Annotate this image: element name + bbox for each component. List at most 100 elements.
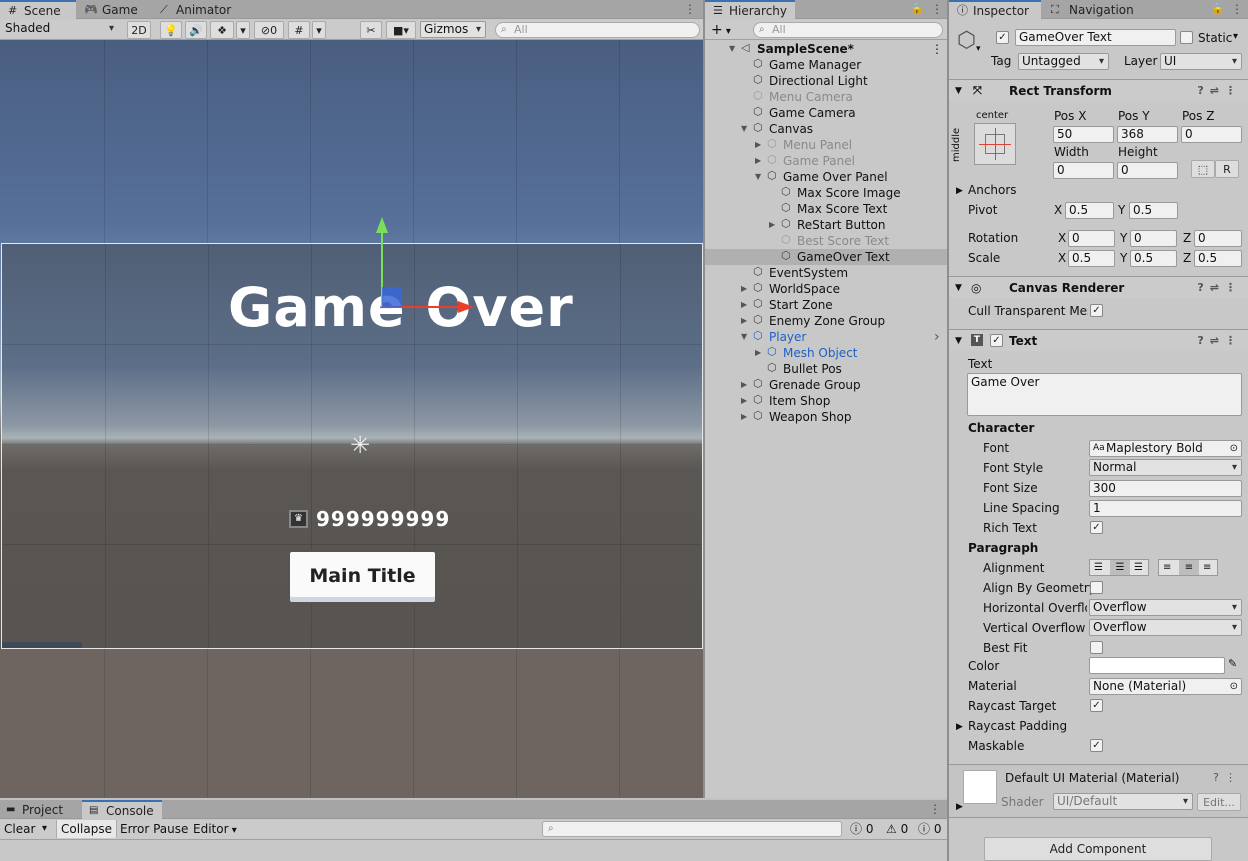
collapsed-arrow-icon[interactable]: ▶ [769,217,775,233]
collapsed-arrow-icon[interactable]: ▶ [741,409,747,425]
camera-icon[interactable]: ■▾ [386,21,416,39]
hierarchy-item[interactable]: ⬡ GameOver Text [705,249,947,265]
static-dropdown-icon[interactable]: ▾ [1233,31,1238,42]
hierarchy-item[interactable]: ▶ ⬡ Start Zone [705,297,947,313]
object-picker-icon[interactable]: ⊙ [1230,679,1238,694]
color-swatch[interactable] [1089,657,1225,674]
layer-dropdown[interactable]: UI [1160,53,1242,70]
prefab-open-arrow-icon[interactable]: › [934,329,940,345]
collapsed-arrow-icon[interactable]: ▶ [741,393,747,409]
static-checkbox[interactable] [1180,31,1193,44]
scale-y-field[interactable]: 0.5 [1130,250,1177,267]
tools-icon[interactable]: ✂ [360,21,382,39]
component-actions-icon[interactable]: ?⇌⋮ [1197,277,1242,299]
hierarchy-item[interactable]: ▶ ⬡ Enemy Zone Group [705,313,947,329]
hierarchy-item[interactable]: ⬡ Menu Camera [705,89,947,105]
font-size-field[interactable]: 300 [1089,480,1242,497]
object-icon-dropdown-icon[interactable]: ▾ [976,44,981,54]
component-actions-icon[interactable]: ?⇌⋮ [1197,330,1242,352]
scene-menu-icon[interactable]: ⋮ [931,41,943,57]
raycast-padding-expand-icon[interactable]: ▶ [956,722,963,732]
shader-dropdown[interactable]: UI/Default [1053,793,1193,810]
component-actions-icon[interactable]: ?⋮ [1213,771,1242,784]
font-style-dropdown[interactable]: Normal [1089,459,1242,476]
text-enabled-checkbox[interactable]: ✓ [990,334,1003,347]
hierarchy-item[interactable]: ⬡ Max Score Image [705,185,947,201]
align-right-icon[interactable]: ☰ [1134,560,1143,575]
tab-console[interactable]: ▤ Console [82,800,162,820]
expanded-arrow-icon[interactable]: ▼ [741,121,747,137]
hierarchy-item[interactable]: ▶ ⬡ WorldSpace [705,281,947,297]
gizmos-dropdown[interactable]: Gizmos [420,21,486,38]
hierarchy-item[interactable]: ⬡ Game Camera [705,105,947,121]
eyedropper-icon[interactable]: ✎ [1228,657,1237,670]
inspector-menu-icon[interactable]: ⋮ [1231,2,1243,16]
effects-dropdown-icon[interactable]: ▾ [236,21,250,39]
hierarchy-item[interactable]: ▶ ⬡ Game Panel [705,153,947,169]
hierarchy-item[interactable]: ▼ ◁ SampleScene* ⋮ [705,41,947,57]
blueprint-mode-icon[interactable]: ⬚ [1191,160,1215,178]
max-score-text-preview[interactable]: 999999999 [316,507,450,531]
clear-button[interactable]: Clear [0,820,39,838]
error-pause-button[interactable]: Error Pause [116,820,192,838]
add-component-button[interactable]: Add Component [984,837,1212,861]
posx-field[interactable]: 50 [1053,126,1114,143]
h-overflow-dropdown[interactable]: Overflow [1089,599,1242,616]
hierarchy-search-input[interactable]: ⌕ All [753,22,943,38]
align-center-icon[interactable]: ☰ [1110,560,1130,575]
hierarchy-item[interactable]: ⬡ Directional Light [705,73,947,89]
posy-field[interactable]: 368 [1117,126,1178,143]
scene-menu-icon[interactable]: ⋮ [684,2,696,16]
v-overflow-dropdown[interactable]: Overflow [1089,619,1242,636]
pivot-x-field[interactable]: 0.5 [1065,202,1114,219]
collapsed-arrow-icon[interactable]: ▶ [755,345,761,361]
align-bottom-icon[interactable]: ≡ [1203,560,1211,575]
collapse-button[interactable]: Collapse [56,820,117,838]
font-field[interactable]: Aa Maplestory Bold ⊙ [1089,440,1242,457]
object-active-checkbox[interactable]: ✓ [996,31,1009,44]
object-picker-icon[interactable]: ⊙ [1230,441,1238,456]
collapsed-arrow-icon[interactable]: ▶ [741,313,747,329]
grid-dropdown-icon[interactable]: ▾ [312,21,326,39]
align-middle-icon[interactable]: ≡ [1179,560,1199,575]
component-actions-icon[interactable]: ?⇌⋮ [1197,80,1242,102]
hierarchy-add-button[interactable]: + ▾ [707,21,735,39]
best-fit-checkbox[interactable] [1090,641,1103,654]
rich-text-checkbox[interactable]: ✓ [1090,521,1103,534]
warning-count-toggle[interactable]: ⚠ 0 [882,820,912,838]
editor-dropdown[interactable]: Editor ▾ [189,820,241,838]
anchors-label[interactable]: Anchors [968,183,1017,197]
tab-hierarchy[interactable]: ☰ Hierarchy [705,0,795,20]
collapsed-arrow-icon[interactable]: ▶ [741,297,747,313]
restart-button-preview[interactable]: Main Title [288,550,437,604]
rot-y-field[interactable]: 0 [1130,230,1177,247]
cull-checkbox[interactable]: ✓ [1090,304,1103,317]
align-top-icon[interactable]: ≡ [1163,560,1171,575]
shader-edit-button[interactable]: Edit... [1197,793,1241,811]
hierarchy-item[interactable]: ▼ ⬡ Game Over Panel [705,169,947,185]
text-value-area[interactable]: Game Over [967,373,1242,416]
tab-animator[interactable]: ⟋ Animator [156,0,237,20]
material-expand-icon[interactable]: ▶ [956,802,963,812]
align-geometry-checkbox[interactable] [1090,581,1103,594]
collapsed-arrow-icon[interactable]: ▶ [741,281,747,297]
rot-z-field[interactable]: 0 [1194,230,1242,247]
toggle-2d-button[interactable]: 2D [127,21,151,39]
tab-scene[interactable]: # Scene [0,0,76,20]
rect-transform-header[interactable]: ▼ ⤧ Rect Transform ?⇌⋮ [949,79,1248,101]
hierarchy-item[interactable]: ⬡ Max Score Text [705,201,947,217]
scale-x-field[interactable]: 0.5 [1068,250,1115,267]
lighting-toggle-icon[interactable]: 💡 [160,21,182,39]
raycast-target-checkbox[interactable]: ✓ [1090,699,1103,712]
hierarchy-item[interactable]: ▶ ⬡ Weapon Shop [705,409,947,425]
scale-z-field[interactable]: 0.5 [1194,250,1242,267]
tab-inspector[interactable]: ⓘ Inspector [949,0,1041,20]
max-score-image[interactable]: ♛ [289,510,308,528]
scene-viewport[interactable]: Game Over ✳ ♛ 999999999 Main Title [0,40,703,798]
material-field[interactable]: None (Material) ⊙ [1089,678,1242,695]
hierarchy-item[interactable]: ⬡ Best Score Text [705,233,947,249]
expanded-arrow-icon[interactable]: ▼ [729,41,735,57]
grid-toggle-icon[interactable]: # [288,21,310,39]
lock-icon[interactable]: 🔒 [910,2,924,15]
line-spacing-field[interactable]: 1 [1089,500,1242,517]
